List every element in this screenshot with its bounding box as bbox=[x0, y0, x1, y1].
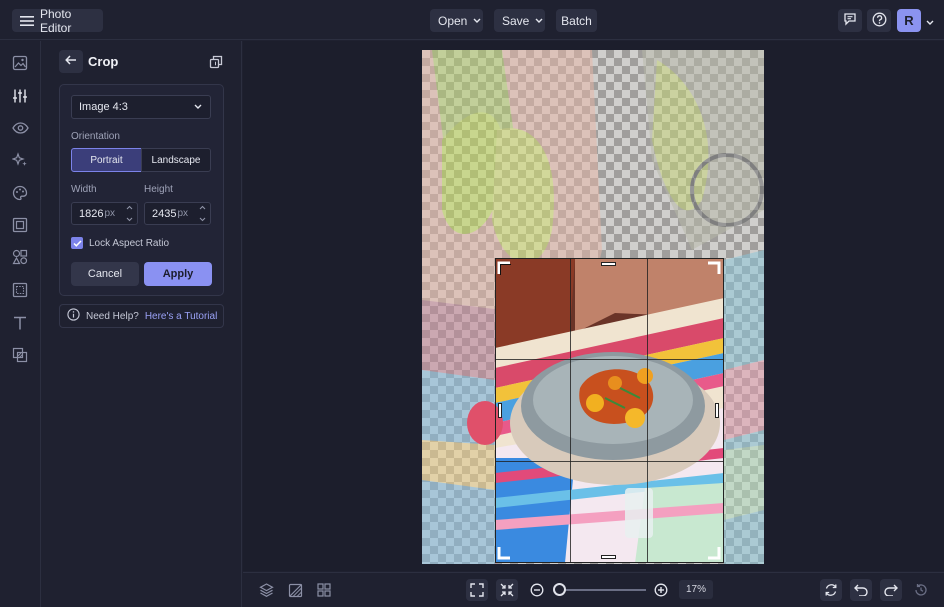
height-label: Height bbox=[144, 184, 173, 195]
save-label: Save bbox=[502, 13, 530, 28]
chevron-down-icon bbox=[126, 217, 132, 222]
crop-preset-value: Image 4:3 bbox=[79, 101, 128, 113]
apply-button[interactable]: Apply bbox=[144, 262, 212, 286]
crop-grid-line bbox=[647, 258, 648, 563]
crop-handle-bottom[interactable] bbox=[601, 555, 616, 559]
feedback-button[interactable] bbox=[838, 9, 862, 32]
height-stepper[interactable] bbox=[197, 205, 207, 222]
orientation-label: Orientation bbox=[71, 131, 120, 142]
image-icon[interactable] bbox=[10, 53, 30, 73]
chevron-down-icon bbox=[194, 101, 202, 113]
sparkle-icon[interactable] bbox=[10, 150, 30, 170]
back-button[interactable] bbox=[59, 50, 83, 73]
menu-button[interactable]: Photo Editor bbox=[12, 6, 103, 35]
crop-grid-line bbox=[495, 461, 724, 462]
crop-handle-top-left bbox=[497, 261, 511, 275]
height-field[interactable]: 2435 px bbox=[144, 202, 211, 225]
chevron-down-icon bbox=[473, 18, 481, 24]
compare-icon[interactable] bbox=[284, 579, 306, 601]
crop-frame[interactable] bbox=[495, 258, 724, 563]
question-icon bbox=[872, 12, 887, 30]
help-box: Need Help? Here's a Tutorial bbox=[59, 304, 224, 328]
sliders-icon[interactable] bbox=[10, 86, 30, 106]
crop-grid-line bbox=[495, 359, 724, 360]
help-button[interactable] bbox=[867, 9, 891, 32]
eye-icon[interactable] bbox=[10, 118, 30, 138]
width-unit: px bbox=[104, 208, 116, 219]
redo-icon[interactable] bbox=[880, 579, 902, 601]
batch-button[interactable]: Batch bbox=[556, 9, 597, 32]
width-value: 1826 bbox=[79, 207, 104, 220]
actual-size-icon[interactable] bbox=[496, 579, 518, 601]
zoom-out-icon[interactable] bbox=[526, 579, 548, 601]
open-label: Open bbox=[438, 13, 468, 28]
reset-icon[interactable] bbox=[820, 579, 842, 601]
check-icon bbox=[72, 239, 82, 247]
chevron-down-icon bbox=[535, 18, 543, 24]
crop-handle-top[interactable] bbox=[601, 262, 616, 266]
palette-icon[interactable] bbox=[10, 183, 30, 203]
comment-icon bbox=[843, 12, 857, 29]
grid-view-icon[interactable] bbox=[313, 579, 335, 601]
panel-title: Crop bbox=[88, 54, 119, 69]
history-icon[interactable] bbox=[910, 579, 932, 601]
crop-preset-select[interactable]: Image 4:3 bbox=[71, 95, 211, 119]
zoom-in-icon[interactable] bbox=[650, 579, 672, 601]
hamburger-icon bbox=[20, 15, 34, 27]
undo-icon[interactable] bbox=[850, 579, 872, 601]
lock-aspect-label[interactable]: Lock Aspect Ratio bbox=[89, 238, 169, 249]
portrait-button[interactable]: Portrait bbox=[71, 148, 142, 172]
help-text: Need Help? bbox=[86, 310, 139, 322]
save-button[interactable]: Save bbox=[494, 9, 545, 32]
cancel-button[interactable]: Cancel bbox=[71, 262, 139, 286]
height-value: 2435 bbox=[152, 207, 177, 220]
layers-icon[interactable] bbox=[255, 579, 277, 601]
crop-handle-left[interactable] bbox=[498, 403, 502, 418]
chevron-down-icon[interactable] bbox=[926, 17, 934, 29]
app-title: Photo Editor bbox=[40, 6, 72, 35]
open-button[interactable]: Open bbox=[430, 9, 483, 32]
tutorial-link[interactable]: Here's a Tutorial bbox=[145, 311, 218, 322]
zoom-slider-track[interactable] bbox=[560, 589, 646, 591]
texture-icon[interactable] bbox=[10, 280, 30, 300]
overlay-icon[interactable] bbox=[10, 345, 30, 365]
width-label: Width bbox=[71, 184, 97, 195]
batch-label: Batch bbox=[561, 13, 592, 28]
crop-handle-top-right bbox=[708, 261, 721, 274]
avatar[interactable]: R bbox=[897, 9, 921, 32]
zoom-slider-thumb[interactable] bbox=[553, 583, 566, 596]
width-stepper[interactable] bbox=[124, 205, 134, 222]
crop-handle-bottom-right bbox=[708, 547, 721, 560]
chevron-up-icon bbox=[199, 205, 205, 210]
crop-handle-bottom-left bbox=[497, 547, 510, 560]
chevron-down-icon bbox=[199, 217, 205, 222]
lock-aspect-checkbox[interactable] bbox=[71, 237, 83, 249]
zoom-level[interactable]: 17% bbox=[679, 580, 713, 599]
landscape-button[interactable]: Landscape bbox=[141, 148, 211, 172]
text-icon[interactable] bbox=[10, 313, 30, 333]
height-unit: px bbox=[177, 208, 189, 219]
info-icon bbox=[67, 308, 80, 324]
shapes-icon[interactable] bbox=[10, 247, 30, 267]
arrow-left-icon bbox=[65, 55, 77, 68]
chevron-up-icon bbox=[126, 205, 132, 210]
fit-screen-icon[interactable] bbox=[466, 579, 488, 601]
crop-handle-right[interactable] bbox=[715, 403, 719, 418]
frame-icon[interactable] bbox=[10, 215, 30, 235]
width-field[interactable]: 1826 px bbox=[71, 202, 138, 225]
crop-grid-line bbox=[570, 258, 571, 563]
copy-icon[interactable] bbox=[209, 55, 223, 72]
